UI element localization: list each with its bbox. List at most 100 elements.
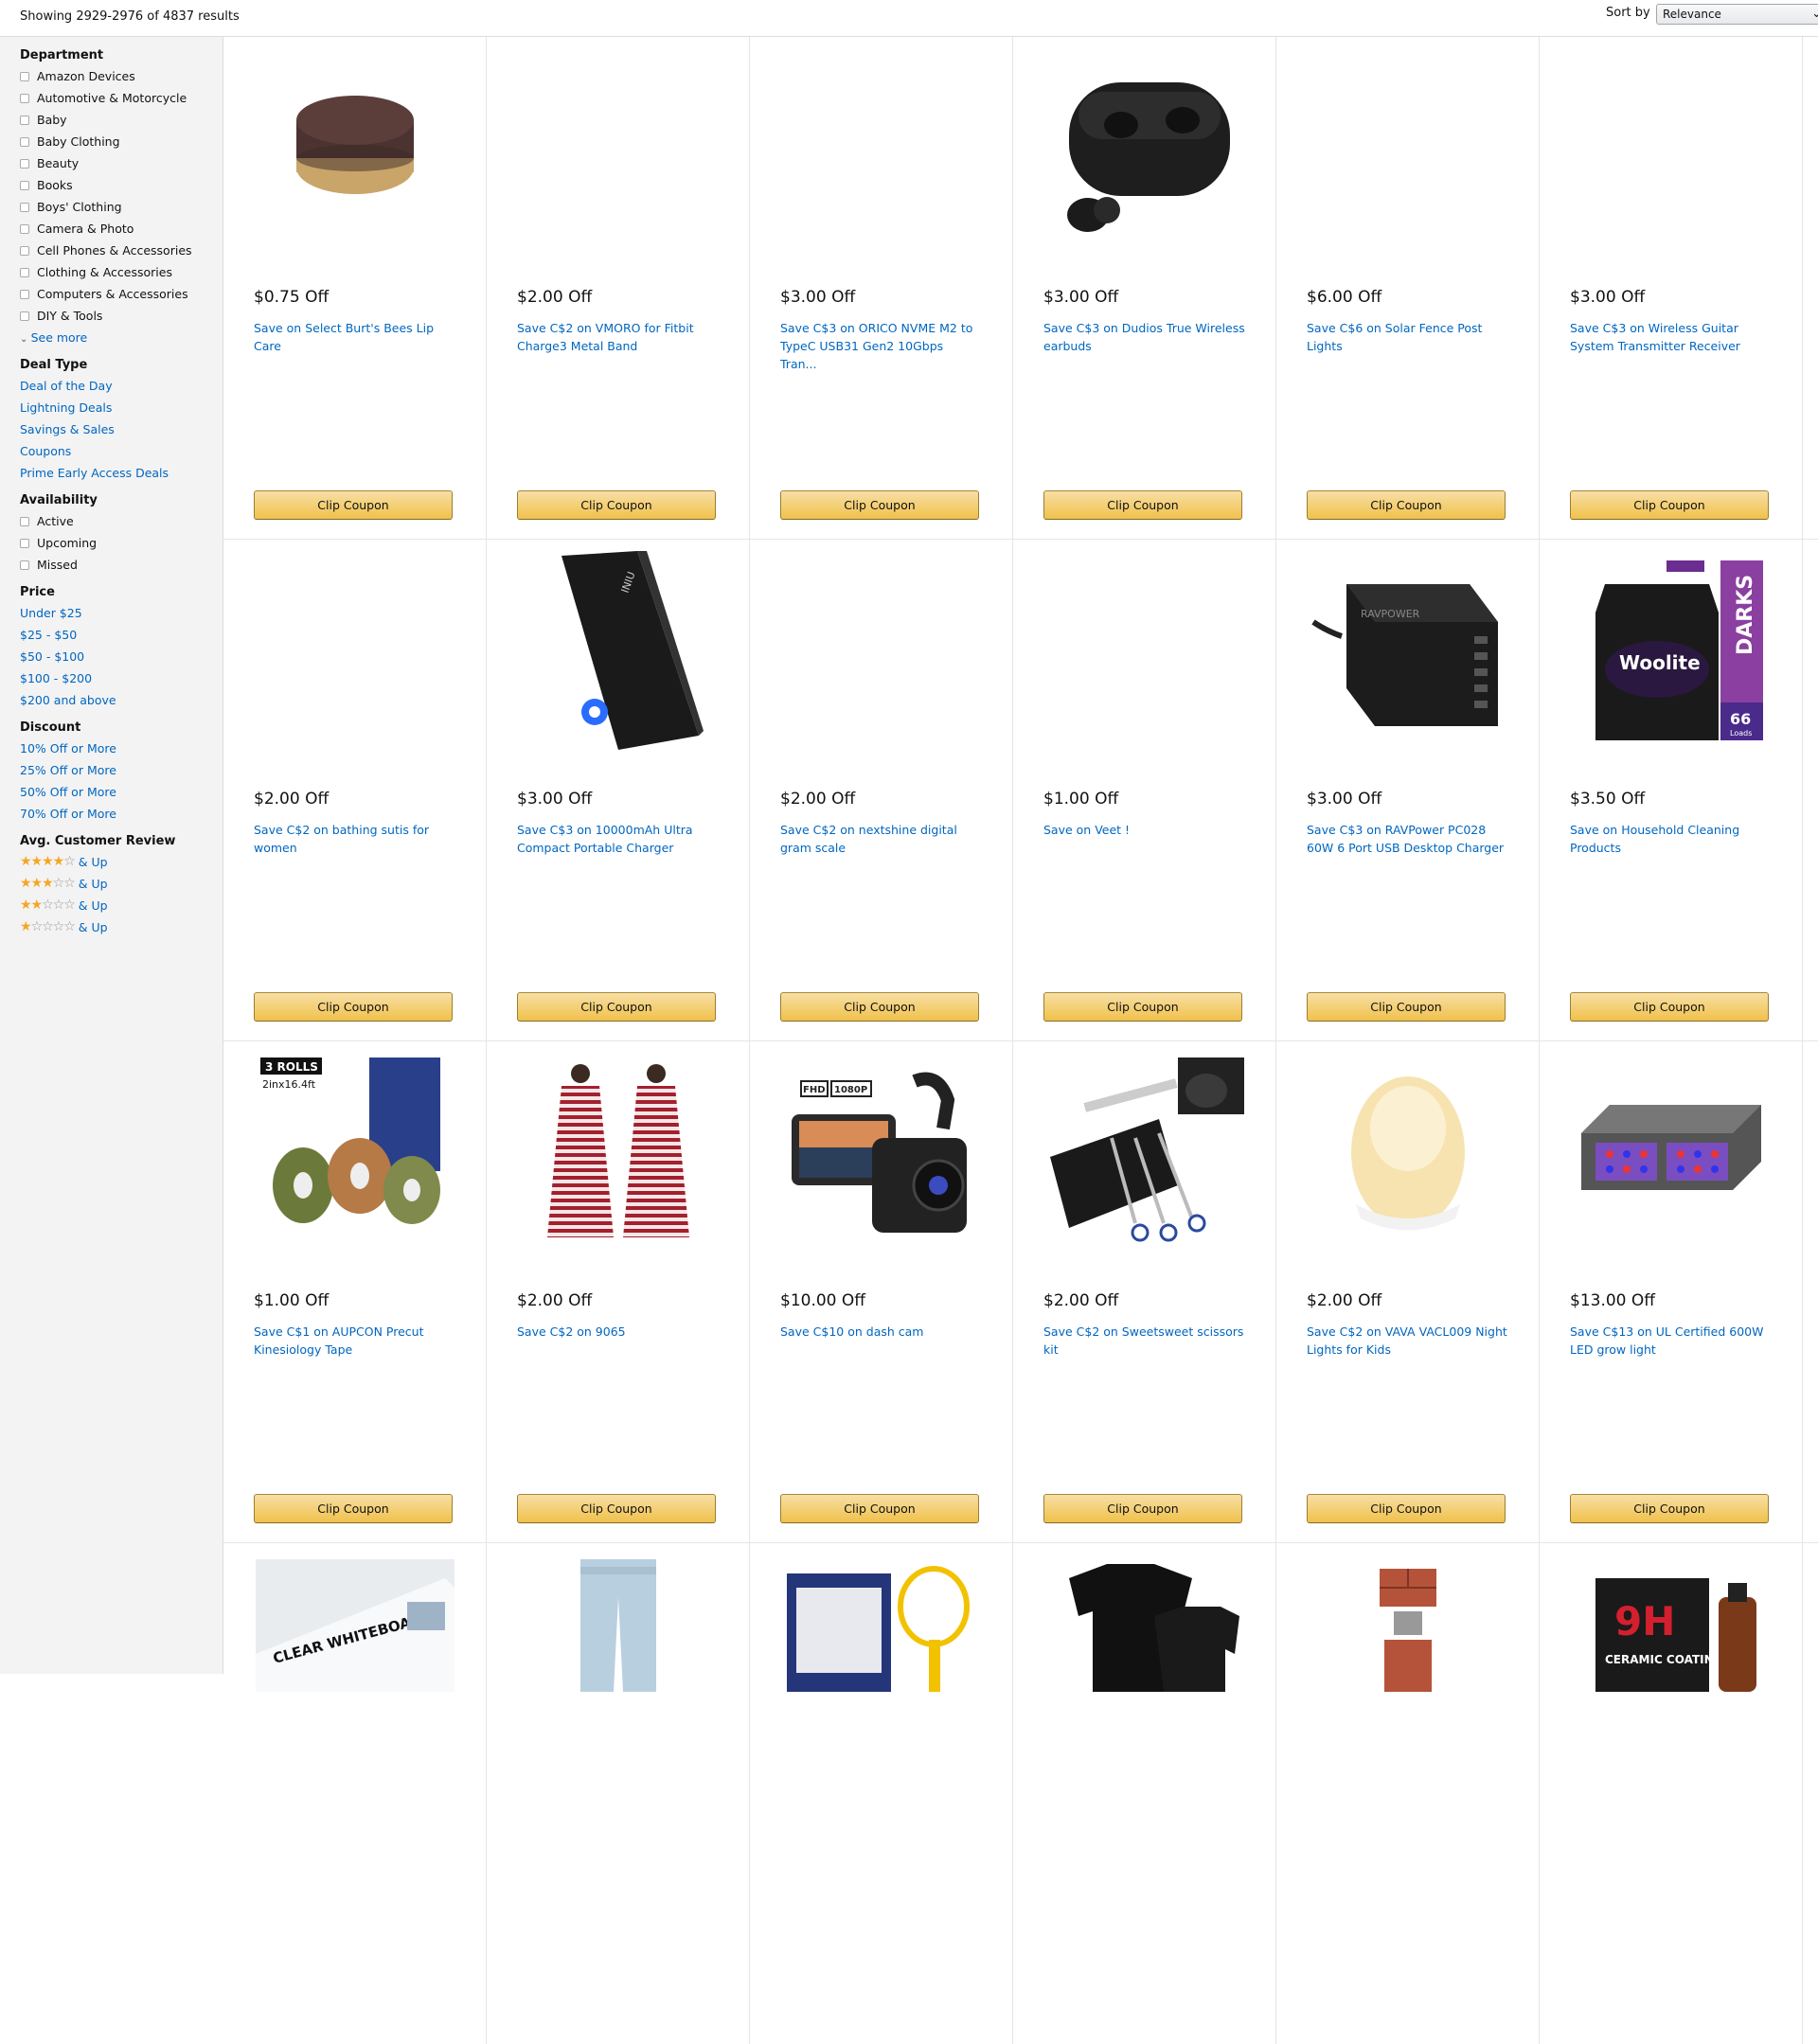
deal-title-link[interactable]: Save C$1 on AUPCON Precut Kinesiology Ta… bbox=[254, 1323, 456, 1359]
checkbox[interactable] bbox=[20, 538, 29, 548]
product-image[interactable] bbox=[517, 1058, 720, 1247]
clip-coupon-button[interactable]: Clip Coupon bbox=[1570, 490, 1769, 520]
checkbox[interactable] bbox=[20, 223, 29, 234]
clip-coupon-button[interactable]: Clip Coupon bbox=[1307, 992, 1506, 1022]
price-link[interactable]: Under $25 bbox=[20, 602, 223, 624]
clip-coupon-button[interactable]: Clip Coupon bbox=[517, 1494, 716, 1523]
checkbox[interactable] bbox=[20, 136, 29, 147]
product-image[interactable] bbox=[254, 54, 456, 243]
checkbox[interactable] bbox=[20, 560, 29, 570]
clip-coupon-button[interactable]: Clip Coupon bbox=[517, 992, 716, 1022]
price-link[interactable]: $100 - $200 bbox=[20, 667, 223, 689]
product-image[interactable]: RAVPOWER bbox=[1307, 556, 1509, 745]
product-image[interactable] bbox=[1570, 54, 1773, 243]
checkbox[interactable] bbox=[20, 245, 29, 256]
deal-title-link[interactable]: Save on Household Cleaning Products bbox=[1570, 821, 1773, 857]
price-link[interactable]: $25 - $50 bbox=[20, 624, 223, 646]
rating-filter-2[interactable]: ★★☆☆☆ & Up bbox=[20, 895, 223, 916]
availability-filter[interactable]: Active bbox=[20, 510, 223, 532]
deal-type-link[interactable]: Deal of the Day bbox=[20, 375, 223, 397]
product-image[interactable] bbox=[780, 556, 983, 745]
product-image[interactable] bbox=[780, 1559, 983, 1749]
department-filter[interactable]: Camera & Photo bbox=[20, 218, 223, 240]
price-link[interactable]: $200 and above bbox=[20, 689, 223, 711]
checkbox[interactable] bbox=[20, 115, 29, 125]
product-image[interactable] bbox=[1570, 1058, 1773, 1247]
product-image[interactable] bbox=[1043, 1058, 1246, 1247]
department-filter[interactable]: DIY & Tools bbox=[20, 305, 223, 327]
checkbox[interactable] bbox=[20, 158, 29, 169]
clip-coupon-button[interactable]: Clip Coupon bbox=[780, 1494, 979, 1523]
deal-title-link[interactable]: Save C$3 on Dudios True Wireless earbuds bbox=[1043, 319, 1246, 355]
discount-link[interactable]: 25% Off or More bbox=[20, 759, 223, 781]
deal-title-link[interactable]: Save C$2 on 9065 bbox=[517, 1323, 720, 1341]
checkbox[interactable] bbox=[20, 267, 29, 277]
checkbox[interactable] bbox=[20, 180, 29, 190]
clip-coupon-button[interactable]: Clip Coupon bbox=[780, 992, 979, 1022]
deal-title-link[interactable]: Save C$3 on RAVPower PC028 60W 6 Port US… bbox=[1307, 821, 1509, 857]
product-image[interactable]: INIU bbox=[517, 551, 720, 750]
deal-type-link[interactable]: Prime Early Access Deals bbox=[20, 462, 223, 484]
product-image[interactable]: FHD 1080P bbox=[780, 1058, 983, 1247]
department-filter[interactable]: Baby Clothing bbox=[20, 131, 223, 152]
product-image[interactable] bbox=[517, 1559, 720, 1749]
deal-title-link[interactable]: Save C$2 on Sweetsweet scissors kit bbox=[1043, 1323, 1246, 1359]
clip-coupon-button[interactable]: Clip Coupon bbox=[1043, 1494, 1242, 1523]
deal-title-link[interactable]: Save on Select Burt's Bees Lip Care bbox=[254, 319, 456, 355]
deal-title-link[interactable]: Save C$2 on bathing sutis for women bbox=[254, 821, 456, 857]
clip-coupon-button[interactable]: Clip Coupon bbox=[1307, 1494, 1506, 1523]
department-filter[interactable]: Amazon Devices bbox=[20, 65, 223, 87]
product-image[interactable]: Woolite DARKS 66 Loads bbox=[1570, 556, 1773, 745]
department-filter[interactable]: Baby bbox=[20, 109, 223, 131]
discount-link[interactable]: 50% Off or More bbox=[20, 781, 223, 803]
checkbox[interactable] bbox=[20, 516, 29, 526]
deal-title-link[interactable]: Save C$2 on VMORO for Fitbit Charge3 Met… bbox=[517, 319, 720, 355]
checkbox[interactable] bbox=[20, 71, 29, 81]
deal-type-link[interactable]: Savings & Sales bbox=[20, 418, 223, 440]
discount-link[interactable]: 10% Off or More bbox=[20, 738, 223, 759]
deal-title-link[interactable]: Save C$10 on dash cam bbox=[780, 1323, 983, 1341]
product-image[interactable]: 3 ROLLS 2inx16.4ft bbox=[254, 1058, 456, 1247]
deal-title-link[interactable]: Save on Veet ! bbox=[1043, 821, 1246, 839]
clip-coupon-button[interactable]: Clip Coupon bbox=[1043, 992, 1242, 1022]
department-filter[interactable]: Clothing & Accessories bbox=[20, 261, 223, 283]
department-filter[interactable]: Computers & Accessories bbox=[20, 283, 223, 305]
deal-title-link[interactable]: Save C$3 on 10000mAh Ultra Compact Porta… bbox=[517, 821, 720, 857]
deal-title-link[interactable]: Save C$6 on Solar Fence Post Lights bbox=[1307, 319, 1509, 355]
deal-type-link[interactable]: Lightning Deals bbox=[20, 397, 223, 418]
deal-title-link[interactable]: Save C$13 on UL Certified 600W LED grow … bbox=[1570, 1323, 1773, 1359]
price-link[interactable]: $50 - $100 bbox=[20, 646, 223, 667]
department-filter[interactable]: Cell Phones & Accessories bbox=[20, 240, 223, 261]
product-image[interactable] bbox=[254, 556, 456, 745]
clip-coupon-button[interactable]: Clip Coupon bbox=[517, 490, 716, 520]
product-image[interactable]: 9H CERAMIC COATING bbox=[1570, 1559, 1773, 1749]
product-image[interactable] bbox=[517, 54, 720, 243]
clip-coupon-button[interactable]: Clip Coupon bbox=[1570, 1494, 1769, 1523]
deal-title-link[interactable]: Save C$3 on ORICO NVME M2 to TypeC USB31… bbox=[780, 319, 983, 373]
deal-title-link[interactable]: Save C$2 on VAVA VACL009 Night Lights fo… bbox=[1307, 1323, 1509, 1359]
product-image[interactable] bbox=[780, 54, 983, 243]
clip-coupon-button[interactable]: Clip Coupon bbox=[254, 490, 453, 520]
product-image[interactable] bbox=[1043, 1559, 1246, 1749]
clip-coupon-button[interactable]: Clip Coupon bbox=[780, 490, 979, 520]
deal-title-link[interactable]: Save C$3 on Wireless Guitar System Trans… bbox=[1570, 319, 1773, 355]
product-image[interactable] bbox=[1043, 556, 1246, 745]
product-image[interactable] bbox=[1307, 54, 1509, 243]
department-filter[interactable]: Boys' Clothing bbox=[20, 196, 223, 218]
see-more-link[interactable]: ⌄ See more bbox=[20, 327, 223, 348]
clip-coupon-button[interactable]: Clip Coupon bbox=[254, 1494, 453, 1523]
clip-coupon-button[interactable]: Clip Coupon bbox=[254, 992, 453, 1022]
rating-filter-4[interactable]: ★★★★☆ & Up bbox=[20, 851, 223, 873]
clip-coupon-button[interactable]: Clip Coupon bbox=[1570, 992, 1769, 1022]
clip-coupon-button[interactable]: Clip Coupon bbox=[1307, 490, 1506, 520]
deal-title-link[interactable]: Save C$2 on nextshine digital gram scale bbox=[780, 821, 983, 857]
checkbox[interactable] bbox=[20, 311, 29, 321]
rating-filter-1[interactable]: ★☆☆☆☆ & Up bbox=[20, 916, 223, 938]
availability-filter[interactable]: Missed bbox=[20, 554, 223, 576]
clip-coupon-button[interactable]: Clip Coupon bbox=[1043, 490, 1242, 520]
department-filter[interactable]: Beauty bbox=[20, 152, 223, 174]
department-filter[interactable]: Books bbox=[20, 174, 223, 196]
checkbox[interactable] bbox=[20, 289, 29, 299]
checkbox[interactable] bbox=[20, 93, 29, 103]
sort-select[interactable]: Relevance ⌄ bbox=[1656, 4, 1818, 25]
